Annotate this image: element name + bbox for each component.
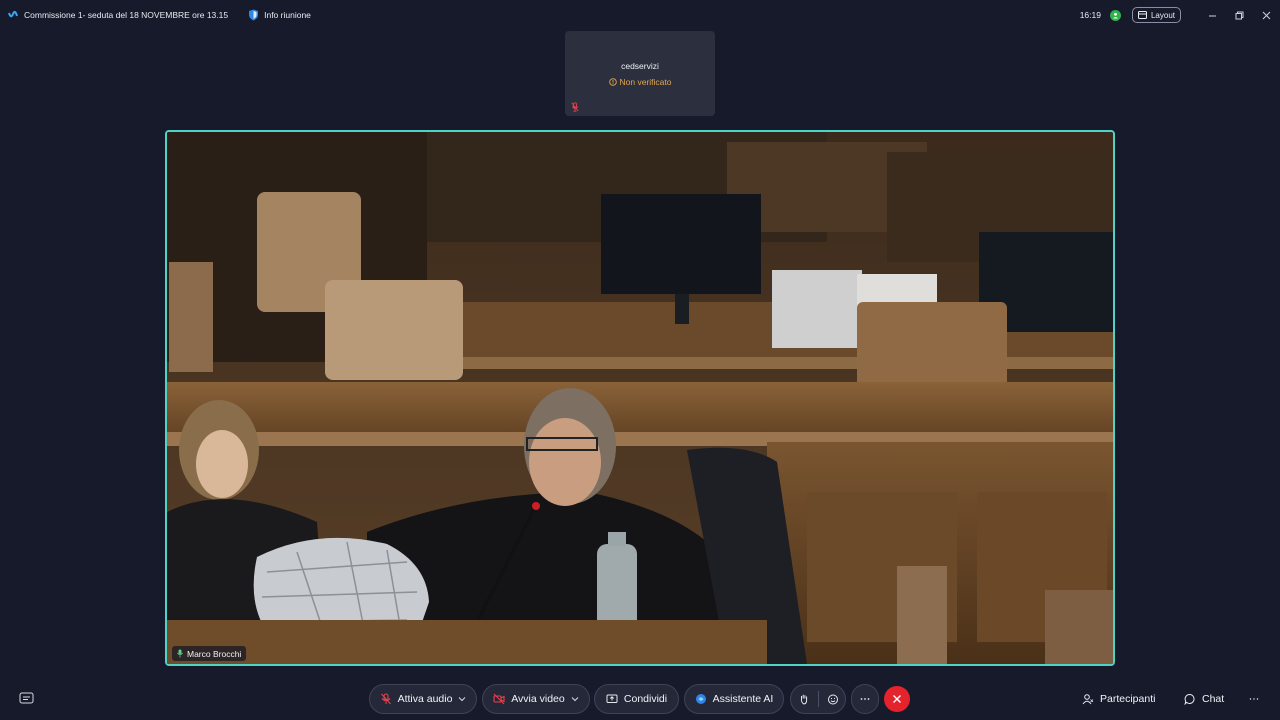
mic-muted-icon xyxy=(380,693,391,705)
verification-label: Non verificato xyxy=(619,77,672,87)
share-button[interactable]: Condividi xyxy=(594,684,679,714)
meeting-info-button[interactable]: Info riunione xyxy=(248,9,311,21)
audio-button[interactable]: Attiva audio xyxy=(369,684,477,714)
participants-button[interactable]: Partecipanti xyxy=(1082,684,1155,714)
video-feed xyxy=(167,132,1113,664)
chevron-down-icon[interactable] xyxy=(571,695,579,703)
share-icon xyxy=(606,694,618,703)
overflow-menu-button[interactable] xyxy=(1248,684,1260,714)
reactions-icon[interactable] xyxy=(827,693,839,705)
video-off-icon xyxy=(493,693,505,705)
participant-name: cedservizi xyxy=(621,61,659,71)
meeting-clock: 16:19 xyxy=(1079,10,1101,20)
warning-icon xyxy=(608,78,617,86)
presence-icon[interactable] xyxy=(1109,9,1121,21)
close-icon xyxy=(1262,11,1271,19)
video-button[interactable]: Avvia video xyxy=(482,684,590,714)
video-label: Avvia video xyxy=(511,693,565,705)
ai-assistant-button[interactable]: Assistente AI xyxy=(684,684,784,714)
active-speaker-video[interactable]: Marco Brocchi xyxy=(165,130,1115,666)
more-icon xyxy=(1249,698,1259,700)
mic-muted-icon xyxy=(571,102,579,112)
layout-button[interactable]: Layout xyxy=(1131,7,1181,23)
meeting-info-label: Info riunione xyxy=(264,10,311,20)
speaker-name-tag: Marco Brocchi xyxy=(172,646,247,661)
minimize-button[interactable] xyxy=(1199,0,1226,30)
chat-button[interactable]: Chat xyxy=(1184,684,1224,714)
title-right: 16:19 Layout xyxy=(1080,0,1280,30)
divider xyxy=(817,691,819,707)
end-call-button[interactable] xyxy=(884,686,910,712)
share-label: Condividi xyxy=(623,693,668,705)
restore-button[interactable] xyxy=(1226,0,1253,30)
verification-status: Non verificato xyxy=(565,77,715,87)
participants-label: Partecipanti xyxy=(1100,693,1156,705)
title-bar: Commissione 1- seduta del 18 NOVEMBRE or… xyxy=(0,0,1280,30)
end-call-icon xyxy=(893,695,901,703)
title-left: Commissione 1- seduta del 18 NOVEMBRE or… xyxy=(0,9,311,21)
meeting-title: Commissione 1- seduta del 18 NOVEMBRE or… xyxy=(24,10,229,20)
ai-assistant-label: Assistente AI xyxy=(712,693,774,705)
ai-assistant-icon xyxy=(695,694,706,704)
webex-logo-icon xyxy=(8,10,18,20)
more-icon xyxy=(860,698,870,700)
mic-icon xyxy=(177,649,183,658)
layout-icon xyxy=(1137,11,1147,19)
chevron-down-icon[interactable] xyxy=(458,695,466,703)
chat-icon xyxy=(1184,694,1195,705)
close-window-button[interactable] xyxy=(1253,0,1280,30)
hand-reactions-group xyxy=(790,684,846,714)
minimize-icon xyxy=(1209,15,1216,16)
chat-label: Chat xyxy=(1202,693,1225,705)
shield-icon xyxy=(248,9,259,21)
participant-tile[interactable]: cedservizi Non verificato xyxy=(565,31,715,116)
raise-hand-icon[interactable] xyxy=(798,693,810,705)
speaker-name: Marco Brocchi xyxy=(187,648,242,659)
meeting-toolbar: Attiva audio Avvia video Condividi Assis… xyxy=(0,684,1280,714)
participants-icon xyxy=(1082,694,1094,705)
audio-label: Attiva audio xyxy=(397,693,453,705)
more-options-button[interactable] xyxy=(851,684,879,714)
restore-icon xyxy=(1235,11,1244,19)
layout-label: Layout xyxy=(1150,10,1175,20)
captions-icon[interactable] xyxy=(19,692,34,705)
